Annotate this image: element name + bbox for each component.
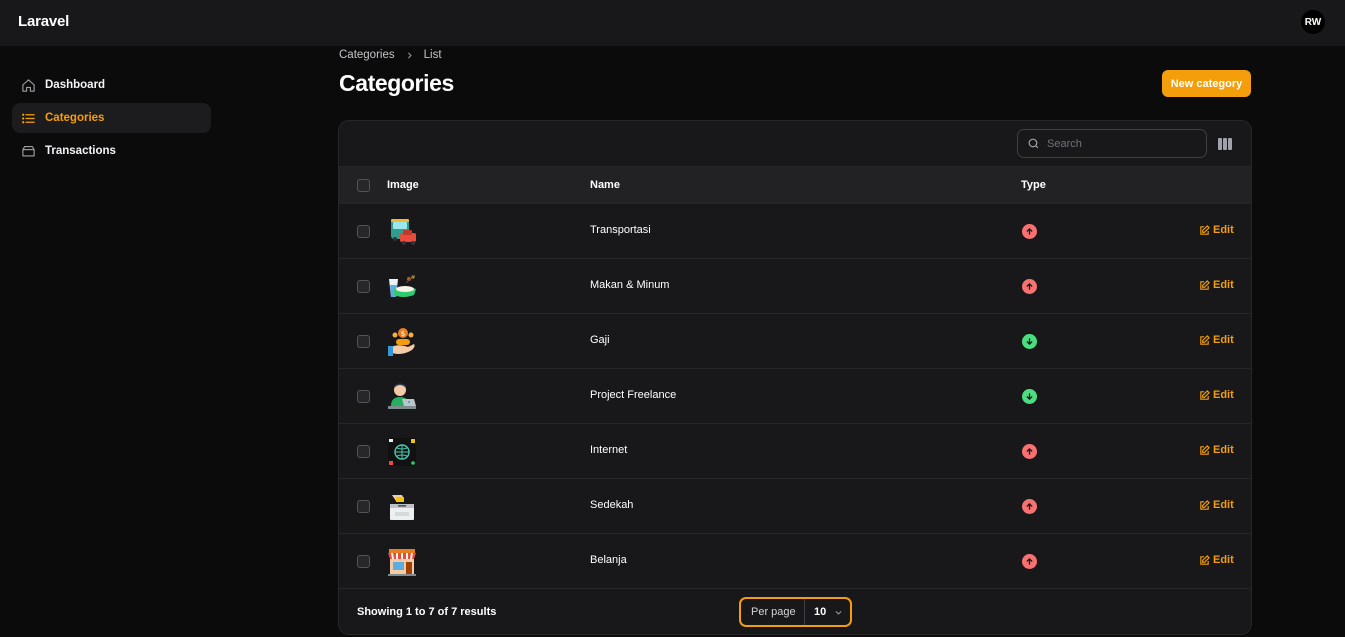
edit-icon bbox=[1200, 334, 1210, 345]
category-name: Belanja bbox=[590, 554, 627, 566]
edit-icon bbox=[1200, 279, 1210, 290]
edit-icon bbox=[1200, 444, 1210, 455]
breadcrumb-parent[interactable]: Categories bbox=[339, 49, 395, 61]
edit-label: Edit bbox=[1213, 334, 1234, 346]
top-navbar: Laravel RW bbox=[0, 0, 1345, 46]
user-avatar[interactable]: RW bbox=[1301, 10, 1325, 34]
per-page-number: 10 bbox=[814, 606, 827, 618]
column-header-name[interactable]: Name bbox=[590, 179, 620, 191]
per-page-select[interactable]: Per page 10 bbox=[739, 597, 852, 627]
expense-arrow-up-icon bbox=[1022, 499, 1037, 514]
bus-car-icon bbox=[386, 216, 418, 248]
categories-table: Image Name Type Transportasi Edit Makan … bbox=[338, 120, 1252, 635]
column-toggle-icon[interactable] bbox=[1217, 136, 1233, 152]
edit-button[interactable]: Edit bbox=[1199, 444, 1234, 456]
category-name: Gaji bbox=[590, 334, 610, 346]
inbox-icon bbox=[19, 142, 37, 160]
chevron-right-icon bbox=[405, 51, 414, 60]
breadcrumb-current: List bbox=[423, 49, 442, 61]
category-name: Transportasi bbox=[590, 224, 651, 236]
column-header-type[interactable]: Type bbox=[1021, 179, 1046, 191]
expense-arrow-up-icon bbox=[1022, 224, 1037, 239]
category-name: Sedekah bbox=[590, 499, 634, 511]
table-row[interactable]: Internet Edit bbox=[339, 424, 1251, 479]
edit-icon bbox=[1200, 224, 1210, 235]
edit-button[interactable]: Edit bbox=[1199, 279, 1234, 291]
edit-button[interactable]: Edit bbox=[1199, 499, 1234, 511]
donation-box-icon bbox=[386, 491, 418, 523]
edit-icon bbox=[1200, 554, 1210, 565]
expense-arrow-up-icon bbox=[1022, 279, 1037, 294]
table-row[interactable]: Transportasi Edit bbox=[339, 204, 1251, 259]
search-icon bbox=[1028, 138, 1039, 149]
sidebar-item-label: Transactions bbox=[45, 145, 116, 157]
row-checkbox[interactable] bbox=[357, 500, 370, 513]
category-name: Project Freelance bbox=[590, 389, 677, 401]
edit-button[interactable]: Edit bbox=[1199, 224, 1234, 236]
list-icon bbox=[19, 109, 37, 127]
edit-button[interactable]: Edit bbox=[1199, 389, 1234, 401]
brand-logo[interactable]: Laravel bbox=[18, 13, 69, 30]
sidebar: Dashboard Categories Transactions bbox=[12, 70, 211, 169]
table-row[interactable]: Makan & Minum Edit bbox=[339, 259, 1251, 314]
shop-store-icon bbox=[386, 546, 418, 578]
sidebar-item-categories[interactable]: Categories bbox=[12, 103, 211, 133]
food-drink-icon bbox=[386, 271, 418, 303]
income-arrow-down-icon bbox=[1022, 334, 1037, 349]
edit-label: Edit bbox=[1213, 389, 1234, 401]
pagination-summary: Showing 1 to 7 of 7 results bbox=[357, 606, 497, 618]
sidebar-item-label: Dashboard bbox=[45, 79, 106, 91]
salary-money-hand-icon: $ bbox=[386, 326, 418, 358]
search-field[interactable] bbox=[1017, 129, 1207, 158]
sidebar-item-dashboard[interactable]: Dashboard bbox=[12, 70, 211, 100]
expense-arrow-up-icon bbox=[1022, 444, 1037, 459]
table-toolbar bbox=[339, 121, 1251, 167]
sidebar-item-label: Categories bbox=[45, 112, 105, 124]
breadcrumb: Categories List bbox=[339, 49, 442, 61]
row-checkbox[interactable] bbox=[357, 280, 370, 293]
internet-globe-icon bbox=[386, 436, 418, 468]
edit-button[interactable]: Edit bbox=[1199, 554, 1234, 566]
category-name: Makan & Minum bbox=[590, 279, 670, 291]
edit-icon bbox=[1200, 499, 1210, 510]
income-arrow-down-icon bbox=[1022, 389, 1037, 404]
table-row[interactable]: $ Gaji Edit bbox=[339, 314, 1251, 369]
row-checkbox[interactable] bbox=[357, 335, 370, 348]
table-row[interactable]: Sedekah Edit bbox=[339, 479, 1251, 534]
edit-label: Edit bbox=[1213, 554, 1234, 566]
category-name: Internet bbox=[590, 444, 628, 456]
table-footer: Showing 1 to 7 of 7 results Per page 10 bbox=[339, 588, 1251, 634]
edit-label: Edit bbox=[1213, 499, 1234, 511]
sidebar-item-transactions[interactable]: Transactions bbox=[12, 136, 211, 166]
home-icon bbox=[19, 76, 37, 94]
row-checkbox[interactable] bbox=[357, 225, 370, 238]
edit-button[interactable]: Edit bbox=[1199, 334, 1234, 346]
expense-arrow-up-icon bbox=[1022, 554, 1037, 569]
table-row[interactable]: Belanja Edit bbox=[339, 534, 1251, 589]
edit-label: Edit bbox=[1213, 279, 1234, 291]
per-page-value[interactable]: 10 bbox=[805, 606, 843, 618]
edit-icon bbox=[1200, 389, 1210, 400]
svg-text:$: $ bbox=[401, 330, 405, 338]
column-header-image[interactable]: Image bbox=[387, 179, 419, 191]
row-checkbox[interactable] bbox=[357, 390, 370, 403]
page-title: Categories bbox=[339, 70, 454, 96]
edit-label: Edit bbox=[1213, 224, 1234, 236]
new-category-button[interactable]: New category bbox=[1162, 70, 1251, 97]
edit-label: Edit bbox=[1213, 444, 1234, 456]
chevron-down-icon bbox=[835, 610, 842, 615]
row-checkbox[interactable] bbox=[357, 445, 370, 458]
row-checkbox[interactable] bbox=[357, 555, 370, 568]
table-header: Image Name Type bbox=[339, 167, 1251, 204]
select-all-checkbox[interactable] bbox=[357, 179, 370, 192]
freelancer-laptop-icon bbox=[386, 381, 418, 413]
per-page-label: Per page bbox=[741, 599, 805, 625]
search-input[interactable] bbox=[1047, 137, 1197, 150]
table-row[interactable]: Project Freelance Edit bbox=[339, 369, 1251, 424]
